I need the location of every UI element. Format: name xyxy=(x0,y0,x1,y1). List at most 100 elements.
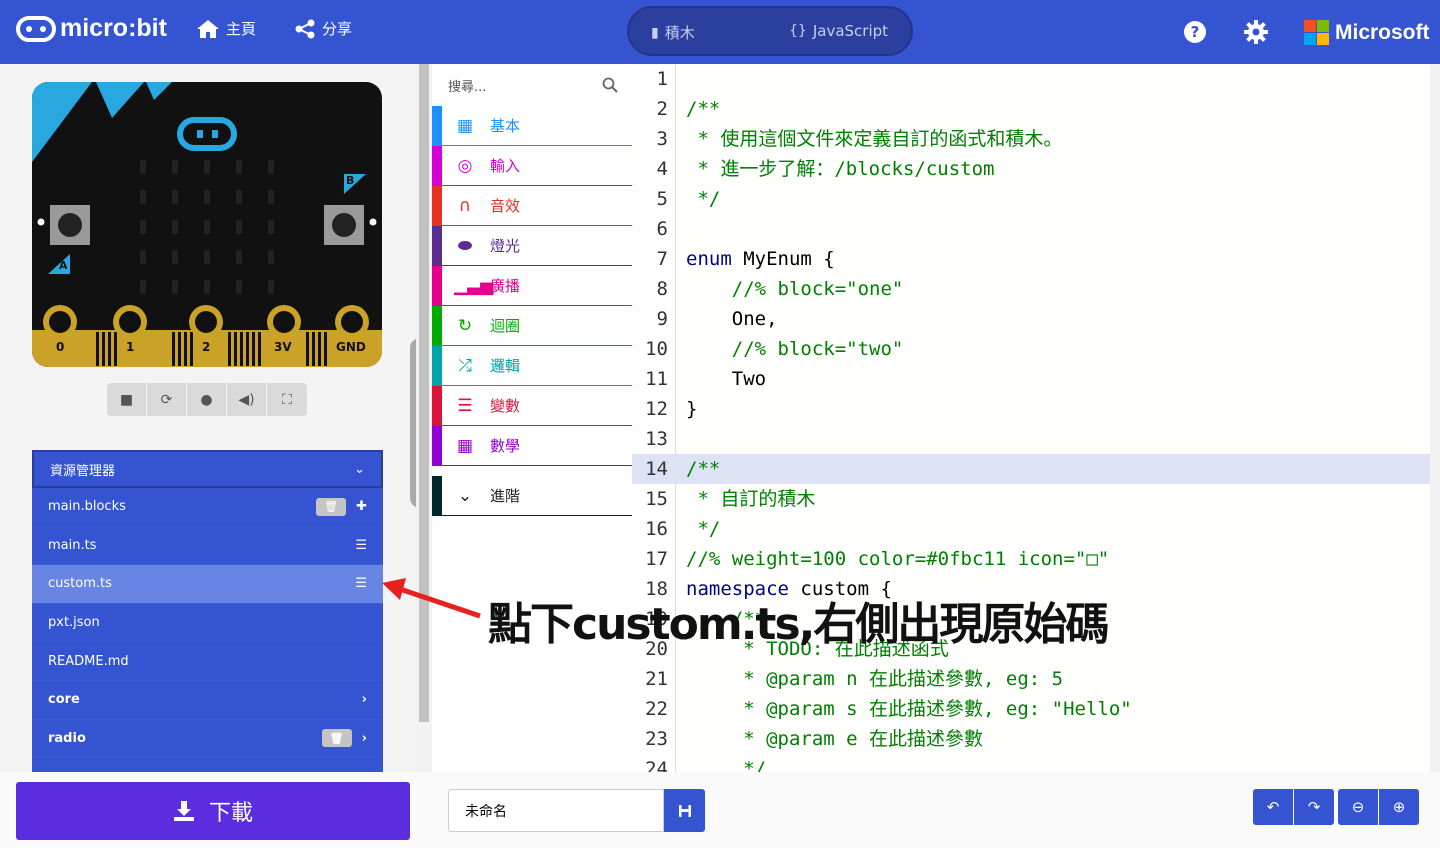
code-line[interactable]: 8 //% block="one" xyxy=(632,274,1440,304)
microbit-logo[interactable]: micro:bit xyxy=(16,14,167,43)
braces-icon: {} xyxy=(789,23,807,39)
debug-button[interactable]: ● xyxy=(187,383,226,416)
search-icon xyxy=(602,77,618,93)
code-line[interactable]: 11 Two xyxy=(632,364,1440,394)
file-item-pxt-json[interactable]: pxt.json xyxy=(32,603,383,643)
category-math[interactable]: ▦ 數學 xyxy=(432,426,632,466)
code-line[interactable]: 9 One, xyxy=(632,304,1440,334)
category-label: 音效 xyxy=(490,197,521,215)
category-music[interactable]: ∩ 音效 xyxy=(432,186,632,226)
code-line[interactable]: 24 */ xyxy=(632,754,1440,772)
package-core[interactable]: core › xyxy=(32,680,383,720)
package-radio[interactable]: radio 🗑 › xyxy=(32,719,383,759)
file-name: main.blocks xyxy=(48,499,126,515)
category-input[interactable]: ◎ 輸入 xyxy=(432,146,632,186)
save-button[interactable] xyxy=(664,789,705,832)
list-icon: ☰ xyxy=(355,576,367,592)
code-token: //% weight=100 color=#0fbc11 icon="□" xyxy=(686,548,1110,570)
code-line[interactable]: 5 */ xyxy=(632,184,1440,214)
category-loops[interactable]: ↻ 迴圈 xyxy=(432,306,632,346)
line-number: 16 xyxy=(645,518,668,540)
undo-button[interactable]: ↶ xyxy=(1253,789,1293,825)
fullscreen-button[interactable]: ⛶ xyxy=(267,383,307,416)
code-line[interactable]: 22 * @param s 在此描述參數, eg: "Hello" xyxy=(632,694,1440,724)
calculator-icon: ▦ xyxy=(456,435,474,456)
file-item-partial[interactable] xyxy=(32,758,383,772)
zoom-out-button[interactable]: ⊖ xyxy=(1338,789,1378,825)
button-a-label: A xyxy=(59,259,68,272)
microsoft-logo[interactable]: Microsoft xyxy=(1304,20,1430,45)
line-number: 24 xyxy=(645,758,668,772)
code-line[interactable]: 2 /** xyxy=(632,94,1440,124)
code-line[interactable]: 10 //% block="two" xyxy=(632,334,1440,364)
category-advanced[interactable]: ⌄ 進階 xyxy=(432,476,632,516)
settings-gear-icon[interactable] xyxy=(1244,20,1268,44)
file-name: README.md xyxy=(48,653,129,669)
download-button[interactable]: 下載 xyxy=(16,782,410,840)
category-basic[interactable]: ▦ 基本 xyxy=(432,106,632,146)
code-text: enum MyEnum { xyxy=(686,244,835,274)
top-menu-bar: micro:bit 主頁 分享 ▮ 積木 {} JavaScript ? Mic… xyxy=(0,0,1440,64)
code-text: //% weight=100 color=#0fbc11 icon="□" xyxy=(686,544,1109,574)
stop-button[interactable]: ■ xyxy=(107,383,146,416)
code-line[interactable]: 23 * @param e 在此描述參數 xyxy=(632,724,1440,754)
code-text: * @param e 在此描述參數 xyxy=(686,724,983,754)
code-line[interactable]: 13 xyxy=(632,424,1440,454)
trash-icon[interactable]: 🗑 xyxy=(316,497,347,516)
code-line[interactable]: 6 xyxy=(632,214,1440,244)
left-scrollbar[interactable] xyxy=(416,64,432,772)
redo-button[interactable]: ↷ xyxy=(1294,789,1334,825)
trash-icon[interactable]: 🗑 xyxy=(321,729,352,748)
code-line[interactable]: 4 * 進一步了解：/blocks/custom xyxy=(632,154,1440,184)
category-label: 燈光 xyxy=(490,237,521,255)
category-label: 變數 xyxy=(490,397,521,415)
code-line[interactable]: 15 * 自訂的積木 xyxy=(632,484,1440,514)
microbit-simulator-board[interactable]: 0 1 2 3V GND A B xyxy=(32,82,382,367)
line-number: 4 xyxy=(656,158,668,180)
share-button[interactable]: 分享 xyxy=(294,18,352,39)
category-logic[interactable]: ⤮ 邏輯 xyxy=(432,346,632,386)
category-radio[interactable]: ▁▃▅ 廣播 xyxy=(432,266,632,306)
file-item-main-blocks[interactable]: main.blocks 🗑 ✚ xyxy=(32,488,383,527)
line-number: 15 xyxy=(645,488,668,510)
file-item-readme[interactable]: README.md xyxy=(32,642,383,681)
share-label: 分享 xyxy=(322,20,353,38)
toolbox-search[interactable]: 搜尋... xyxy=(432,64,632,106)
file-item-main-ts[interactable]: main.ts ☰ xyxy=(32,526,383,566)
editor-scrollbar[interactable] xyxy=(1430,64,1440,772)
file-name: pxt.json xyxy=(48,615,100,631)
home-button[interactable]: 主頁 xyxy=(196,18,256,39)
code-editor[interactable]: 1 2/** 3 * 使用這個文件來定義自訂的函式和積木。 4 * 進一步了解：/bl… xyxy=(632,64,1440,772)
project-name-input[interactable] xyxy=(448,789,664,832)
help-icon[interactable]: ? xyxy=(1183,20,1207,44)
code-text: } xyxy=(686,394,697,424)
code-line[interactable]: 17 //% weight=100 color=#0fbc11 icon="□" xyxy=(632,544,1440,574)
restart-button[interactable]: ⟳ xyxy=(147,383,186,416)
category-led[interactable]: ⬬ 燈光 xyxy=(432,226,632,266)
code-text: /** xyxy=(686,454,720,484)
mute-button[interactable]: ◀) xyxy=(227,383,266,416)
code-line[interactable]: 1 xyxy=(632,64,1440,94)
code-line[interactable]: 12} xyxy=(632,394,1440,424)
code-line[interactable]: 21 * @param n 在此描述參數, eg: 5 xyxy=(632,664,1440,694)
code-line[interactable]: 16 */ xyxy=(632,514,1440,544)
code-token: */ xyxy=(686,758,767,772)
code-line[interactable]: 7 enum MyEnum { xyxy=(632,244,1440,274)
explorer-header[interactable]: 資源管理器 ⌄ xyxy=(32,450,383,488)
code-text: * 進一步了解：/blocks/custom xyxy=(686,154,994,184)
code-line[interactable]: 14 /** xyxy=(632,454,1440,484)
line-number: 13 xyxy=(645,428,668,450)
tab-javascript[interactable]: {} JavaScript xyxy=(789,22,888,40)
file-item-custom-ts[interactable]: custom.ts ☰ xyxy=(32,565,383,604)
zoom-in-button[interactable]: ⊕ xyxy=(1379,789,1419,825)
tab-blocks-label: 積木 xyxy=(664,24,695,42)
toolbox-spacer xyxy=(432,466,632,476)
zoom-in-icon: ⊕ xyxy=(1392,798,1406,816)
category-variables[interactable]: ☰ 變數 xyxy=(432,386,632,426)
code-line[interactable]: 3 * 使用這個文件來定義自訂的函式和積木。 xyxy=(632,124,1440,154)
fullscreen-icon: ⛶ xyxy=(282,391,292,408)
code-text: */ xyxy=(686,754,766,772)
code-token: * @param n 在此描述參數, eg: 5 xyxy=(686,668,1064,690)
tab-blocks[interactable]: ▮ 積木 xyxy=(651,22,695,43)
headphones-icon: ∩ xyxy=(458,195,472,216)
